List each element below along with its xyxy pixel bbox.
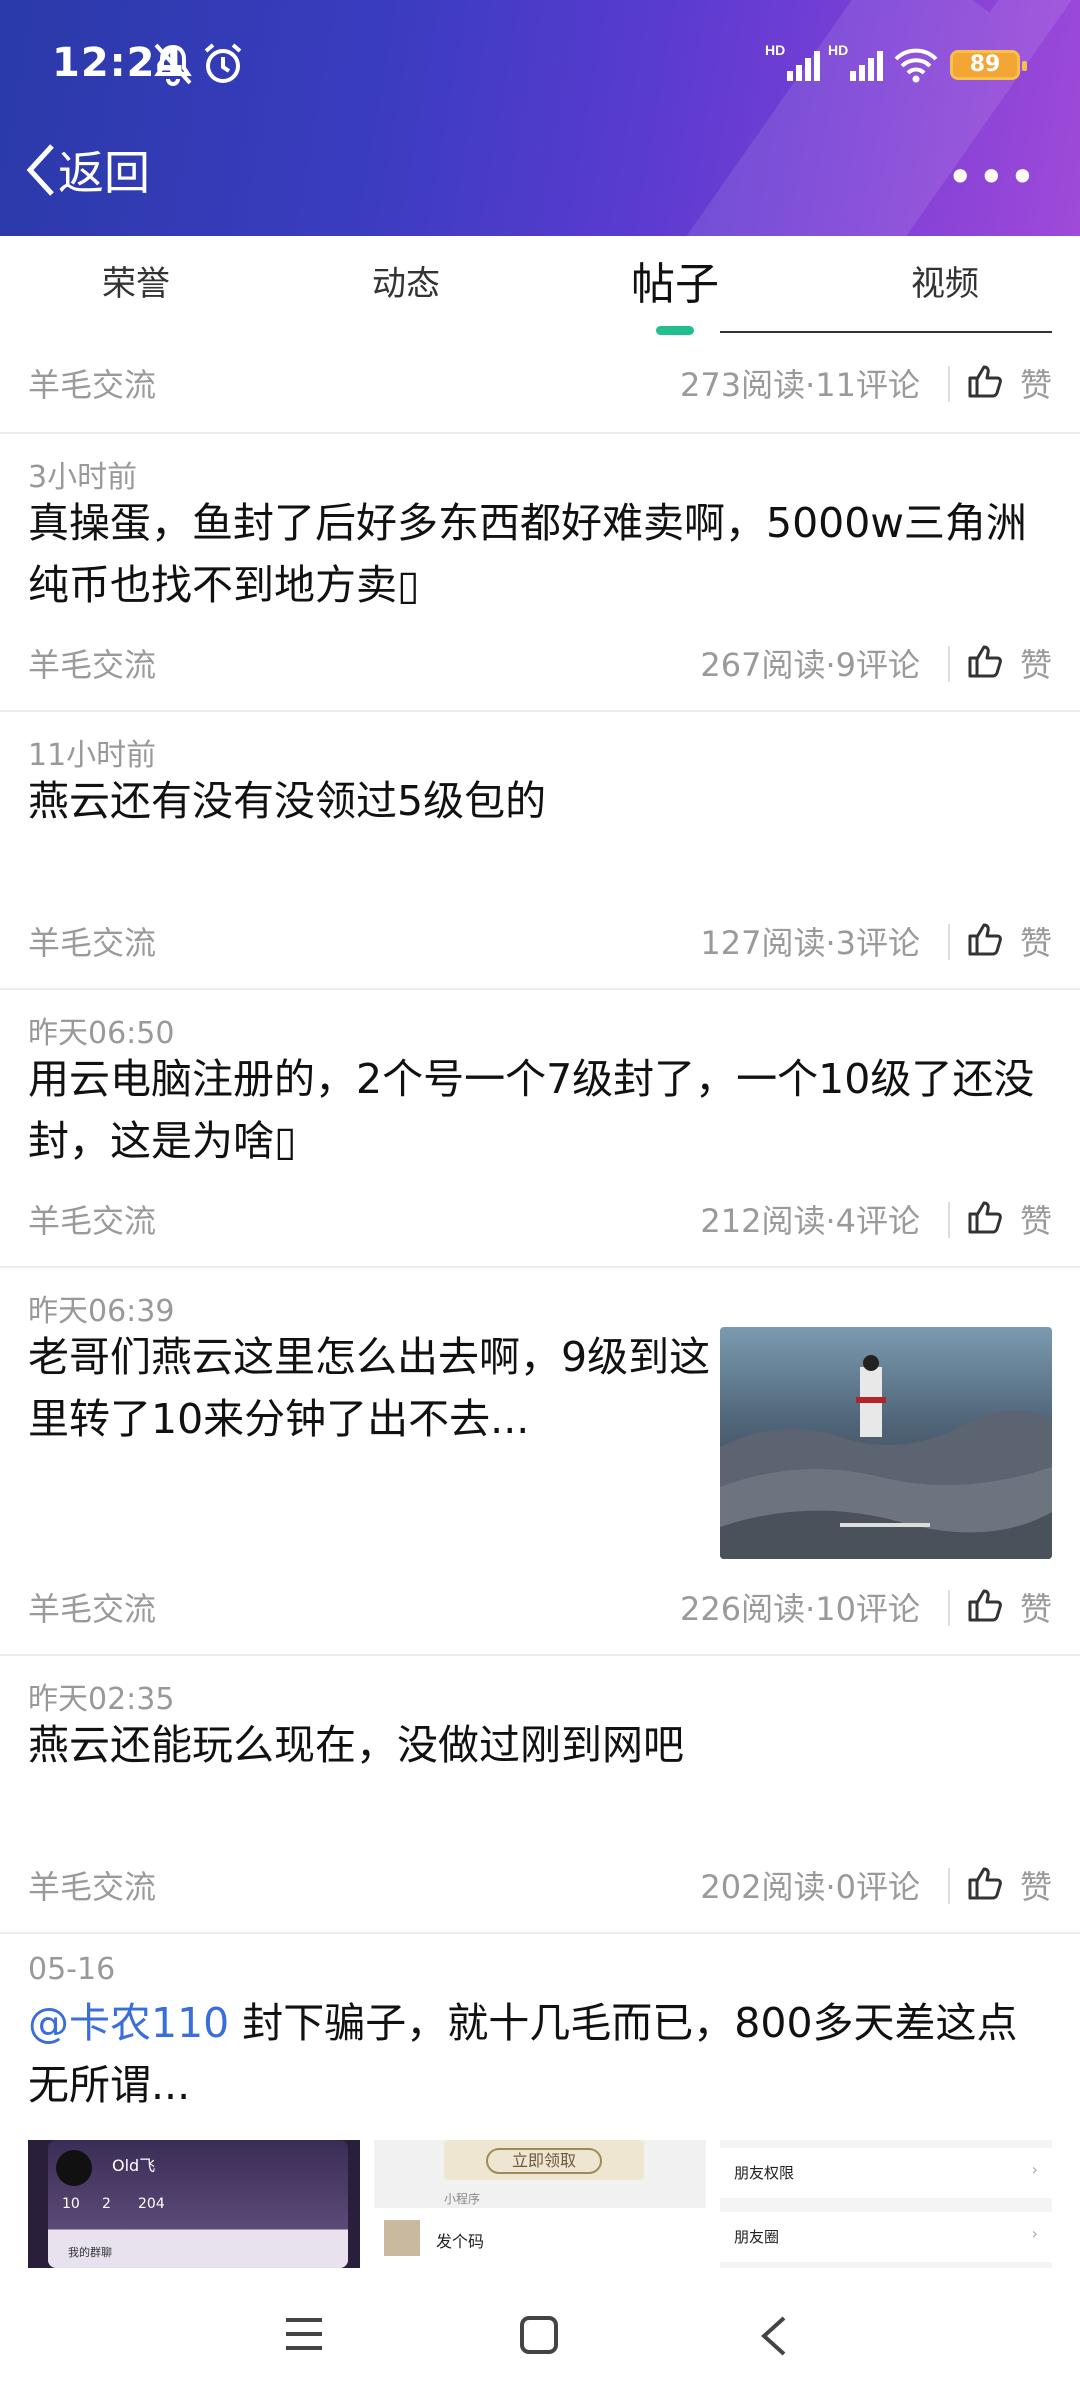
post-title[interactable]: 燕云还能玩么现在，没做过刚到网吧: [28, 1714, 1058, 1776]
thumbs-up-icon[interactable]: [966, 1198, 1004, 1236]
tab-honor[interactable]: 荣誉: [56, 256, 216, 305]
chevron-left-icon: [26, 144, 54, 196]
post-time: 05-16: [28, 1952, 116, 1987]
board-tag[interactable]: 羊毛交流: [28, 1862, 156, 1908]
thumbs-up-icon[interactable]: [966, 1864, 1004, 1902]
divider: [948, 1590, 950, 1626]
system-nav-bar: [0, 2268, 1080, 2400]
thumbs-up-icon[interactable]: [966, 642, 1004, 680]
post-footer: 羊毛交流 273阅读·11评论 赞: [0, 360, 1080, 410]
post-footer: 羊毛交流 226阅读·10评论 赞: [0, 1584, 1080, 1634]
svg-text:HD: HD: [828, 42, 848, 58]
divider: [948, 366, 950, 402]
image-menu-text: 我的群聊: [68, 2246, 112, 2259]
tab-videos[interactable]: 视频: [865, 256, 1025, 305]
hd-signal-icon: HD: [765, 42, 820, 81]
wifi-icon: [894, 48, 938, 83]
board-tag[interactable]: 羊毛交流: [28, 918, 156, 964]
thumbs-up-icon[interactable]: [966, 1586, 1004, 1624]
board-tag[interactable]: 羊毛交流: [28, 1196, 156, 1242]
list-item[interactable]: 11小时前 燕云还有没有没领过5级包的 羊毛交流 127阅读·3评论 赞: [0, 712, 1080, 990]
tab-posts[interactable]: 帖子: [595, 248, 755, 312]
user-mention-link[interactable]: @卡农110: [28, 1999, 229, 2047]
post-title[interactable]: 真操蛋，鱼封了后好多东西都好难卖啊，5000w三角洲纯币也找不到地方卖▯: [28, 492, 1058, 616]
post-image-1[interactable]: Old飞 10 2 204 我的群聊: [28, 2140, 360, 2268]
divider: [948, 1202, 950, 1238]
like-label[interactable]: 赞: [1020, 1862, 1052, 1908]
post-title[interactable]: 燕云还有没有没领过5级包的: [28, 770, 1058, 832]
post-footer: 羊毛交流 127阅读·3评论 赞: [0, 918, 1080, 968]
post-time: 11小时前: [28, 738, 157, 773]
post-time: 3小时前: [28, 460, 138, 495]
post-title[interactable]: 用云电脑注册的，2个号一个7级封了，一个10级了还没封，这是为啥▯: [28, 1048, 1058, 1172]
alarm-icon: [204, 43, 242, 83]
divider: [948, 1868, 950, 1904]
post-image-3[interactable]: 朋友权限 › 朋友圈 ›: [720, 2140, 1052, 2268]
image-stat: 10: [62, 2196, 80, 2212]
list-item[interactable]: 羊毛交流 273阅读·11评论 赞: [0, 336, 1080, 434]
image-card: [374, 2208, 706, 2268]
battery-icon: 89: [950, 50, 1027, 80]
image-list-item: 朋友权限: [734, 2164, 795, 2182]
like-label[interactable]: 赞: [1020, 640, 1052, 686]
post-stats: 212阅读·4评论: [700, 1202, 920, 1240]
post-image-2[interactable]: 立即领取 小程序 发个码: [374, 2140, 706, 2268]
thumbs-up-icon[interactable]: [966, 362, 1004, 400]
image-caption: 小程序: [444, 2192, 481, 2206]
like-label[interactable]: 赞: [1020, 360, 1052, 406]
board-tag[interactable]: 羊毛交流: [28, 640, 156, 686]
post-time: 昨天06:39: [28, 1294, 175, 1329]
thumbs-up-icon[interactable]: [966, 920, 1004, 958]
home-icon[interactable]: [518, 2314, 560, 2356]
image-user-name: Old飞: [112, 2156, 156, 2175]
post-footer: 羊毛交流 212阅读·4评论 赞: [0, 1196, 1080, 1246]
list-item[interactable]: 昨天06:50 用云电脑注册的，2个号一个7级封了，一个10级了还没封，这是为啥…: [0, 990, 1080, 1268]
board-tag[interactable]: 羊毛交流: [28, 360, 156, 406]
tab-underline: [720, 331, 1052, 333]
post-stats: 202阅读·0评论: [700, 1868, 920, 1906]
status-bar: 12:24 HD HD 89: [0, 0, 1080, 130]
board-tag[interactable]: 羊毛交流: [28, 1584, 156, 1630]
mute-bell-icon: [154, 43, 192, 86]
tab-bar: 荣誉 动态 帖子 视频: [0, 236, 1080, 336]
divider: [948, 646, 950, 682]
like-label[interactable]: 赞: [1020, 918, 1052, 964]
header-banner: 12:24 HD HD 89 返回 •••: [0, 0, 1080, 236]
post-footer: 羊毛交流 267阅读·9评论 赞: [0, 640, 1080, 690]
back-label: 返回: [58, 146, 150, 200]
post-title[interactable]: 老哥们燕云这里怎么出去啊，9级到这里转了10来分钟了出不去...: [28, 1326, 718, 1450]
game-scene-image: [720, 1355, 1052, 1559]
like-label[interactable]: 赞: [1020, 1196, 1052, 1242]
hd-signal-icon: HD: [828, 42, 883, 81]
post-footer: 羊毛交流 202阅读·0评论 赞: [0, 1862, 1080, 1912]
post-stats: 127阅读·3评论: [700, 924, 920, 962]
chevron-right-icon: ›: [1031, 2224, 1038, 2243]
divider: [948, 924, 950, 960]
image-list-item: 朋友圈: [734, 2228, 780, 2246]
list-item[interactable]: 昨天02:35 燕云还能玩么现在，没做过刚到网吧 羊毛交流 202阅读·0评论 …: [0, 1656, 1080, 1934]
avatar: [56, 2150, 92, 2186]
image-stat: 2: [102, 2196, 111, 2212]
image-claim-button: 立即领取: [486, 2148, 602, 2174]
active-tab-indicator: [656, 326, 694, 335]
post-time: 昨天06:50: [28, 1016, 175, 1051]
post-time: 昨天02:35: [28, 1682, 175, 1717]
chevron-right-icon: ›: [1031, 2160, 1038, 2179]
post-thumbnail-image[interactable]: [720, 1327, 1052, 1559]
svg-text:HD: HD: [765, 42, 785, 58]
post-title[interactable]: @卡农110 封下骗子，就十几毛而已，800多天差这点无所谓...: [28, 1992, 1058, 2116]
list-item[interactable]: 3小时前 真操蛋，鱼封了后好多东西都好难卖啊，5000w三角洲纯币也找不到地方卖…: [0, 434, 1080, 712]
back-icon[interactable]: [758, 2314, 790, 2358]
tab-activity[interactable]: 动态: [326, 256, 486, 305]
post-stats: 226阅读·10评论: [680, 1590, 920, 1628]
more-options-button[interactable]: •••: [947, 150, 1040, 204]
like-label[interactable]: 赞: [1020, 1584, 1052, 1630]
avatar: [384, 2220, 420, 2256]
post-stats: 267阅读·9评论: [700, 646, 920, 684]
image-label: 发个码: [436, 2232, 485, 2251]
post-stats: 273阅读·11评论: [680, 366, 920, 404]
back-button[interactable]: 返回: [24, 135, 150, 205]
image-stat: 204: [138, 2196, 165, 2212]
menu-icon[interactable]: [282, 2314, 326, 2354]
